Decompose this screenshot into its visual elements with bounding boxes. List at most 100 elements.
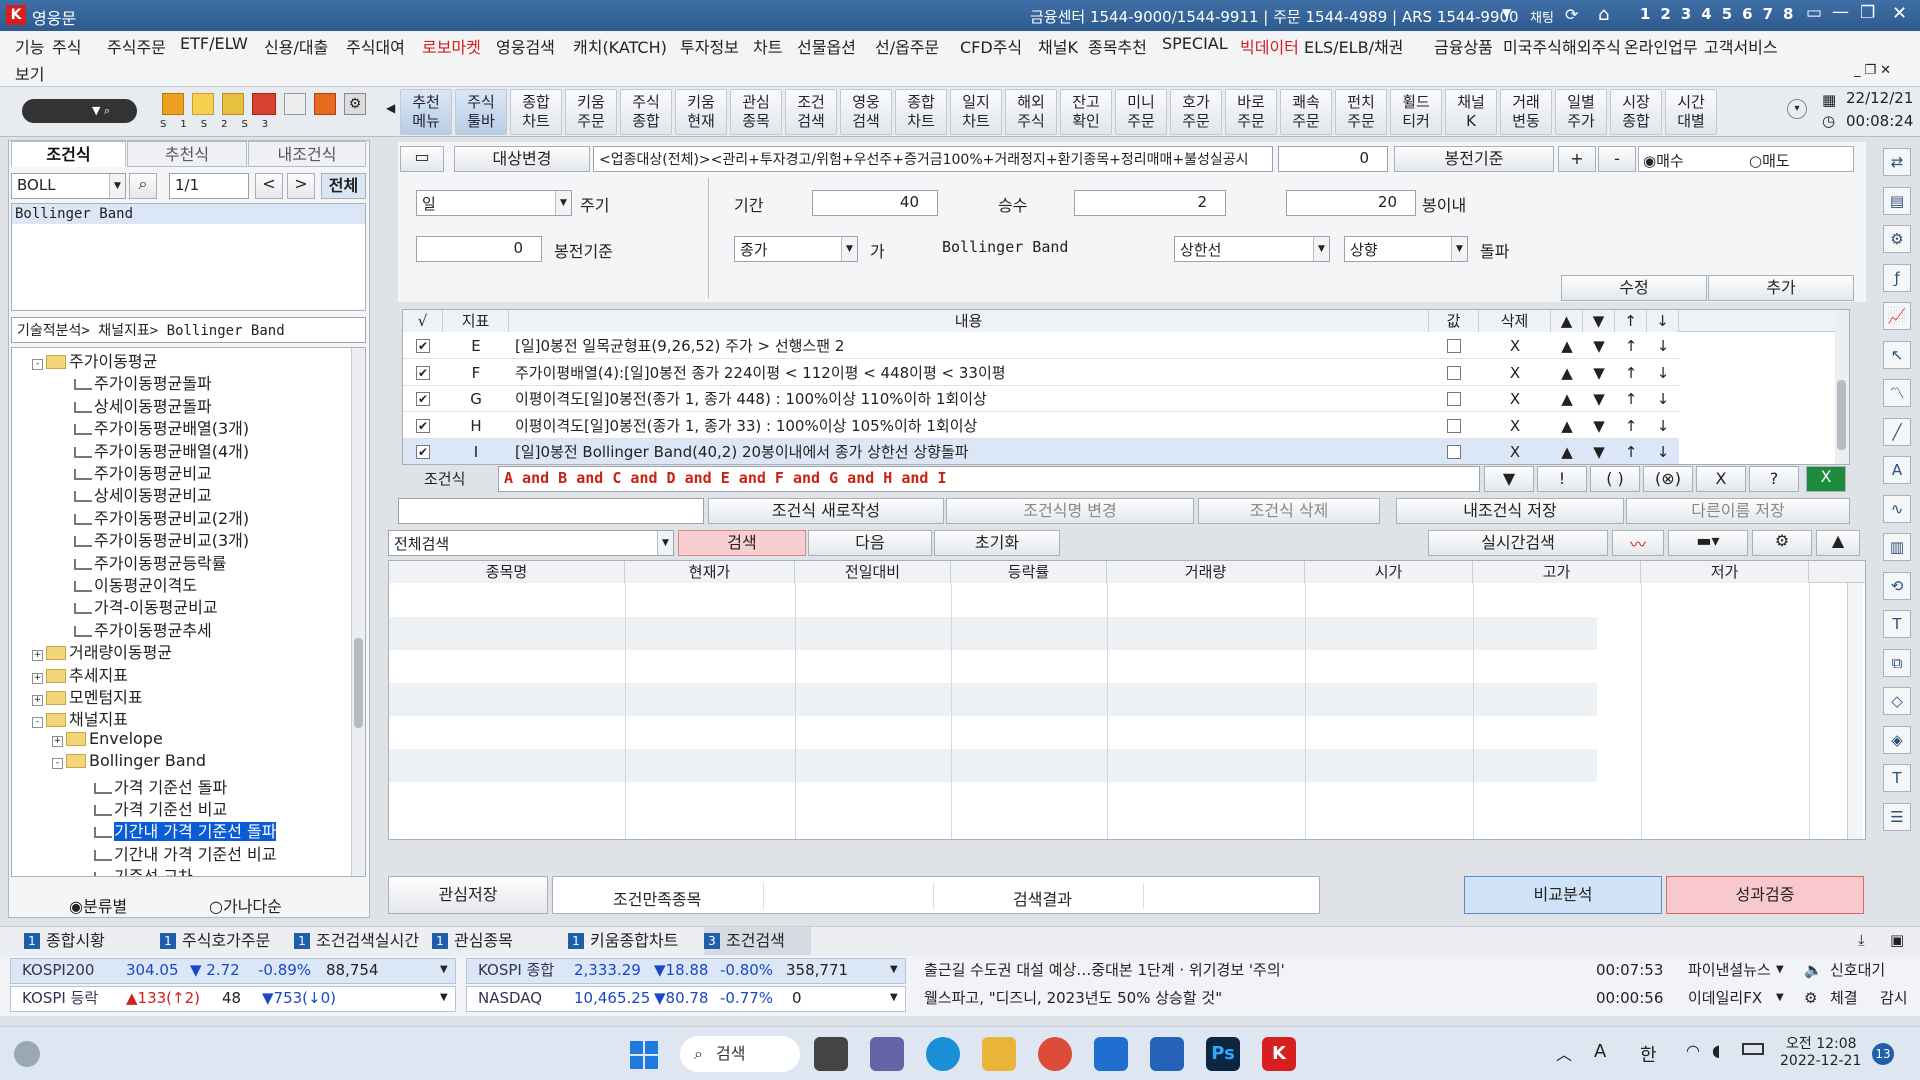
menu-item[interactable]: ETF/ELW [180,34,248,53]
formula-button[interactable]: ! [1537,466,1587,492]
results-header[interactable]: 저가 [1641,561,1809,583]
action-button[interactable]: 조건식 삭제 [1198,498,1380,524]
results-header[interactable]: 종목명 [389,561,625,583]
ime-indicator[interactable]: A [1594,1041,1606,1062]
all-button[interactable]: 전체 [321,173,366,199]
taskbar-date[interactable]: 2022-12-21 [1780,1053,1861,1069]
toolbar-button[interactable]: 해외 주식 [1005,89,1057,135]
watch-label[interactable]: 감시 [1880,984,1908,1012]
move-down-icon[interactable]: ▼ [1583,413,1615,439]
toolbar-button[interactable]: 종합 차트 [510,89,562,135]
tree-item[interactable]: 주가이동평균비교(3개) [74,527,249,550]
toolbar-button[interactable]: 바로 주문 [1225,89,1277,135]
minimize-icon[interactable]: — [1832,2,1849,22]
expand-icon[interactable]: + [32,695,43,706]
tree-item[interactable]: 상세이동평균돌파 [74,393,212,416]
tree-folder[interactable]: - 채널지표 [32,706,128,729]
multiplier-input[interactable]: 2 [1074,190,1226,216]
move-down-icon[interactable]: ▼ [1583,360,1615,386]
formula-button[interactable]: ▼ [1484,466,1534,492]
camera-icon[interactable] [252,93,276,115]
scissors-icon[interactable] [284,93,306,115]
action-button[interactable]: 다른이름 저장 [1626,498,1850,524]
delete-button[interactable]: X [1479,386,1551,412]
photoshop-icon[interactable]: Ps [1206,1037,1240,1071]
toolbar-button[interactable]: 펀치 주문 [1335,89,1387,135]
toolbar-button[interactable]: 주식 툴바 [455,89,507,135]
tree-item[interactable]: 이동평균이격도 [74,572,197,595]
lock-icon[interactable] [222,93,244,115]
target-number[interactable]: 0 [1278,146,1388,172]
toolbar-button[interactable]: 조건 검색 [785,89,837,135]
menu-item[interactable]: 선/옵주문 [875,34,939,58]
search-icon[interactable]: ⌕ [104,104,110,117]
toolbar-button[interactable]: 미니 주문 [1115,89,1167,135]
move-bottom-icon[interactable]: ↓ [1647,439,1679,464]
sell-radio[interactable]: ○매도 [1749,150,1790,171]
hts-app-icon[interactable]: K [1262,1037,1296,1071]
menu-item[interactable]: 캐치(KATCH) [573,34,667,58]
toolbar-button[interactable]: 영웅 검색 [840,89,892,135]
move-up-icon[interactable]: ▲ [1551,333,1583,359]
text-tool-icon[interactable]: T [1883,610,1911,638]
collapse-button[interactable]: ▲ [1816,530,1860,556]
row-checkbox[interactable]: ✔ [416,392,430,406]
move-bottom-icon[interactable]: ↓ [1647,333,1679,359]
image-icon[interactable]: ▣ [1890,931,1904,949]
toolbar-button[interactable]: 거래 변동 [1500,89,1552,135]
tree-item[interactable]: 기간내 가격 기준선 비교 [94,841,276,864]
minus-button[interactable]: - [1598,146,1636,172]
gear-icon[interactable]: ⚙ [344,93,366,115]
menu-item[interactable]: 신용/대출 [264,34,328,58]
notification-badge[interactable]: 13 [1872,1043,1894,1065]
toolbar-button[interactable]: 일지 차트 [950,89,1002,135]
chevron-down-icon[interactable]: ▼ [1451,237,1467,261]
move-up-icon[interactable]: ▲ [1551,413,1583,439]
chevron-down-icon[interactable]: ▼ [1776,984,1784,1012]
refresh-icon[interactable]: ⟳ [1565,5,1578,24]
menu-item[interactable]: 종목추천 [1088,34,1147,58]
screen-tab[interactable]: 3 조건검색 [704,927,811,955]
direction-select[interactable]: 상향 ▼ [1344,236,1468,262]
account-dropdown[interactable]: ▼ ⌕ [22,99,137,123]
cursor-icon[interactable]: ↖ [1883,340,1911,369]
tab-satisfied-stocks[interactable]: 조건만족종목 [613,886,701,910]
chart-icon[interactable]: 📈 [1883,302,1911,330]
sort-alphabetical-radio[interactable]: ○가나다순 [209,893,282,917]
tree-folder[interactable]: + Envelope [52,729,163,751]
screen-numbers[interactable]: 12345678 [1640,5,1804,23]
menu-item[interactable]: 온라인업무 [1624,34,1698,58]
menu-item[interactable]: 미국주식 [1503,34,1562,58]
toolbar-icons[interactable]: ⚙ [158,91,380,117]
modify-button[interactable]: 수정 [1561,275,1707,301]
dropdown-icon[interactable]: ▼ [1502,6,1511,20]
download-icon[interactable]: ⤓ [1858,931,1865,949]
tab-s2[interactable]: S2 [201,119,242,130]
move-top-icon[interactable]: ↑ [1615,413,1647,439]
copy-icon[interactable]: ⧉ [1883,648,1911,677]
text-box-icon[interactable]: T [1883,764,1911,792]
buy-radio[interactable]: ◉매수 [1643,150,1684,171]
next-page-button[interactable]: > [287,173,315,199]
battery-icon[interactable] [1742,1043,1764,1055]
condition-name-input[interactable] [398,498,704,524]
screen-tab[interactable]: 1 종합시황 [24,927,105,955]
chat-app-icon[interactable] [870,1037,904,1071]
tree-item[interactable]: 가격 기준선 비교 [94,796,227,819]
toolbar-button[interactable]: 주식 종합 [620,89,672,135]
scrollbar-thumb[interactable] [1837,380,1846,450]
save-interest-button[interactable]: 관심저장 [388,876,548,914]
menu-item[interactable]: 금융상품 [1434,34,1493,58]
collapse-icon[interactable]: - [32,717,43,729]
performance-verify-button[interactable]: 성과검증 [1666,876,1864,914]
monitor-icon[interactable] [314,93,336,115]
menu-item[interactable]: 주식대여 [346,34,405,58]
expand-icon[interactable]: + [52,735,63,747]
excel-icon[interactable]: X [1806,466,1846,492]
menu-item[interactable]: 차트 [753,34,782,58]
screen-tab[interactable]: 1 관심종목 [432,927,513,955]
explorer-icon[interactable] [982,1037,1016,1071]
condition-row[interactable]: ✔ H 이평이격도[일]0봉전(종가 1, 종가 33) : 100%이상 105%… [403,413,1679,439]
chat-button[interactable]: 채팅 [1530,7,1554,26]
tree-item[interactable]: 가격-이동평균비교 [74,594,218,617]
